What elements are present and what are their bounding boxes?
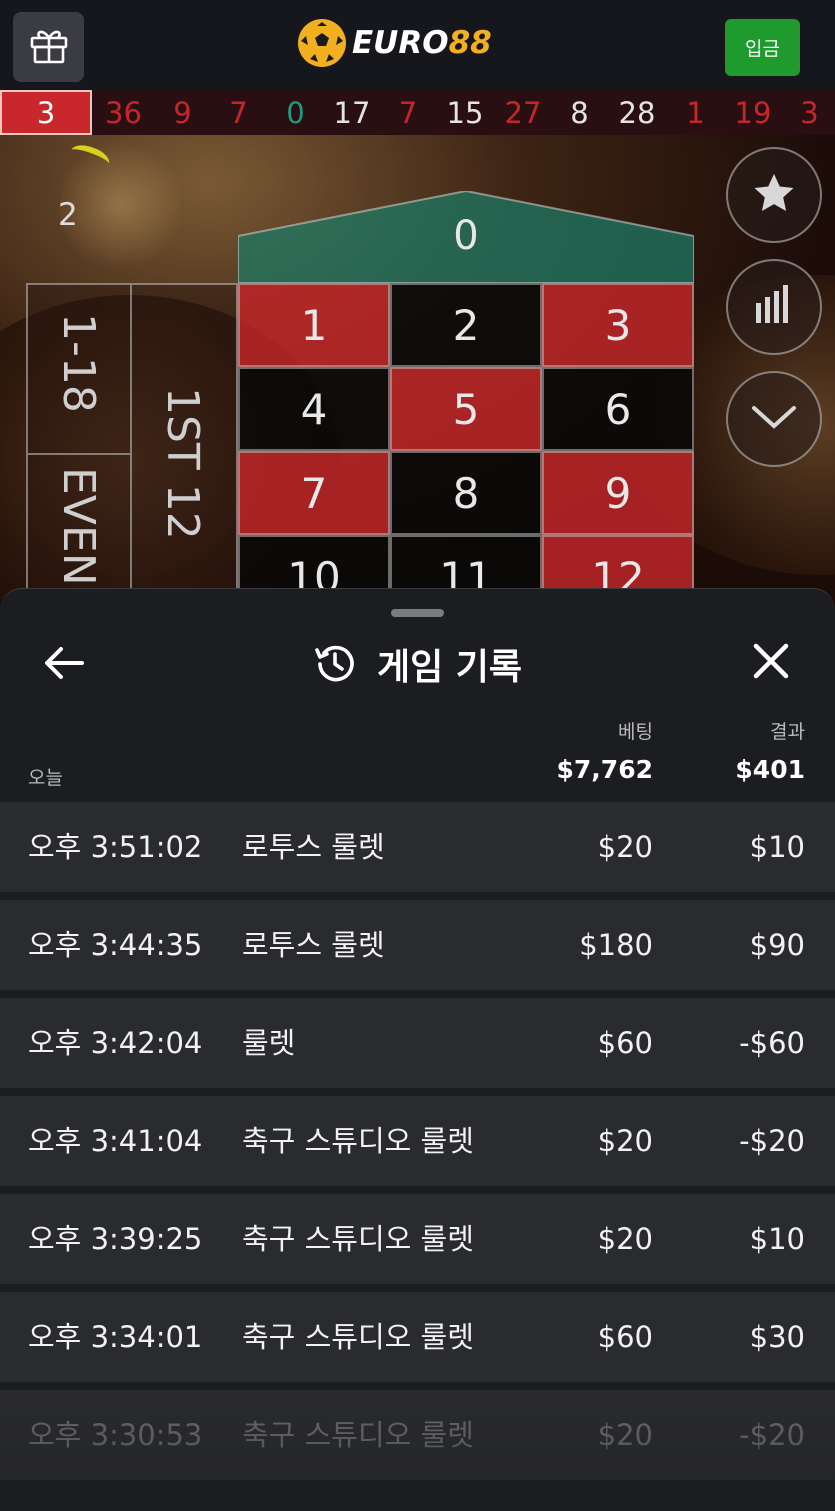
result-number: 0 <box>286 95 305 130</box>
history-icon <box>313 642 357 686</box>
chevron-down-icon <box>750 402 798 436</box>
total-result: $401 <box>735 755 805 784</box>
result-number: 9 <box>173 95 192 130</box>
row-bet: $180 <box>579 928 653 962</box>
sheet-header: 게임 기록 <box>0 639 835 689</box>
row-result: $90 <box>749 928 805 962</box>
row-result: $10 <box>749 830 805 864</box>
gift-button[interactable] <box>13 12 84 82</box>
row-bet: $20 <box>597 1418 653 1452</box>
history-row[interactable]: 오후 3:44:35 로투스 룰렛 $180 $90 <box>0 900 835 990</box>
row-bet: $60 <box>597 1026 653 1060</box>
row-time: 오후 3:30:53 <box>28 1418 203 1452</box>
result-number: 8 <box>570 95 589 130</box>
dozen-label: 1ST 12 <box>157 387 208 540</box>
favorites-button[interactable] <box>726 147 822 243</box>
history-row[interactable]: 오후 3:30:53 축구 스튜디오 룰렛 $20 -$20 <box>0 1390 835 1480</box>
result-number: 7 <box>398 95 418 130</box>
result-number: 7 <box>229 95 248 130</box>
history-row[interactable]: 오후 3:34:01 축구 스튜디오 룰렛 $60 $30 <box>0 1292 835 1382</box>
row-game-name: 축구 스튜디오 룰렛 <box>242 1124 474 1158</box>
bet-number-cell[interactable]: 5 <box>390 367 542 451</box>
row-bet: $60 <box>597 1320 653 1354</box>
star-icon <box>751 170 797 220</box>
bet-even[interactable]: EVEN <box>53 467 104 586</box>
history-row[interactable]: 오후 3:42:04 룰렛 $60 -$60 <box>0 998 835 1088</box>
row-time: 오후 3:41:04 <box>28 1124 203 1158</box>
row-game-name: 축구 스튜디오 룰렛 <box>242 1222 474 1256</box>
deposit-button[interactable]: 입금 <box>725 19 800 76</box>
history-row[interactable]: 오후 3:51:02 로투스 룰렛 $20 $10 <box>0 802 835 892</box>
bet-zero[interactable]: 0 <box>238 191 694 283</box>
euro88-logo[interactable]: EURO88 <box>298 16 492 70</box>
bet-number-cell[interactable]: 3 <box>542 283 694 367</box>
row-bet: $20 <box>597 1124 653 1158</box>
history-row[interactable]: 오후 3:41:04 축구 스튜디오 룰렛 $20 -$20 <box>0 1096 835 1186</box>
side-number: 2 <box>58 197 78 233</box>
history-row[interactable]: 오후 3:39:25 축구 스튜디오 룰렛 $20 $10 <box>0 1194 835 1284</box>
latest-result: 3 <box>0 90 92 135</box>
row-result: -$20 <box>739 1418 805 1452</box>
close-button[interactable] <box>747 639 795 687</box>
date-group-label: 오늘 <box>28 767 63 789</box>
collapse-button[interactable] <box>726 371 822 467</box>
bet-1-18[interactable]: 1-18 <box>53 313 104 413</box>
soccer-ball-icon <box>298 19 346 67</box>
roulette-game-area: 2 1-18 EVEN 1ST 12 0 1 2 3 4 5 6 7 8 9 10 11 12 <box>0 135 835 605</box>
row-game-name: 로투스 룰렛 <box>242 830 385 864</box>
row-result: $10 <box>749 1222 805 1256</box>
row-bet: $20 <box>597 1222 653 1256</box>
bet-number-cell[interactable]: 4 <box>238 367 390 451</box>
bet-number-cell[interactable]: 1 <box>238 283 390 367</box>
top-bar: EURO88 입금 <box>0 0 835 90</box>
result-number: 17 <box>333 95 371 130</box>
row-time: 오후 3:42:04 <box>28 1026 203 1060</box>
bet-number-cell[interactable]: 7 <box>238 451 390 535</box>
logo-text: EURO88 <box>352 25 492 61</box>
result-number: 15 <box>446 95 484 130</box>
bet-number-cell[interactable]: 6 <box>542 367 694 451</box>
row-game-name: 축구 스튜디오 룰렛 <box>242 1320 474 1354</box>
result-number: 19 <box>734 95 772 130</box>
row-time: 오후 3:51:02 <box>28 830 203 864</box>
sheet-title: 게임 기록 <box>376 647 522 688</box>
result-number: 36 <box>105 95 142 130</box>
bet-number-cell[interactable]: 9 <box>542 451 694 535</box>
history-list: 오후 3:51:02 로투스 룰렛 $20 $10 오후 3:44:35 로투스 룰렛 $1… <box>0 802 835 1488</box>
column-header-result: 결과 <box>770 721 805 743</box>
row-game-name: 로투스 룰렛 <box>242 928 385 962</box>
row-time: 오후 3:34:01 <box>28 1320 203 1354</box>
row-game-name: 축구 스튜디오 룰렛 <box>242 1418 474 1452</box>
bet-number-cell[interactable]: 8 <box>390 451 542 535</box>
row-time: 오후 3:39:25 <box>28 1222 203 1256</box>
gift-icon <box>28 24 70 70</box>
row-bet: $20 <box>597 830 653 864</box>
row-result: -$20 <box>739 1124 805 1158</box>
drag-handle[interactable] <box>391 609 444 617</box>
bar-chart-icon <box>752 283 796 331</box>
column-header-bet: 베팅 <box>618 721 653 743</box>
row-time: 오후 3:44:35 <box>28 928 203 962</box>
result-number: 1 <box>686 95 705 130</box>
close-icon <box>752 642 790 684</box>
row-game-name: 룰렛 <box>242 1026 296 1060</box>
total-bet: $7,762 <box>556 755 653 784</box>
result-number: 28 <box>618 95 656 130</box>
recent-results-strip: 3 36 9 7 0 17 7 15 27 8 28 1 19 3 <box>0 90 835 135</box>
game-history-sheet: 게임 기록 베팅 결과 오늘 $7,762 $401 오후 3:51:02 로투스… <box>0 588 835 1511</box>
row-result: $30 <box>749 1320 805 1354</box>
result-number: 27 <box>504 95 542 130</box>
statistics-button[interactable] <box>726 259 822 355</box>
zero-label: 0 <box>453 213 479 259</box>
number-grid: 1 2 3 4 5 6 7 8 9 10 11 12 <box>238 283 694 605</box>
result-number: 3 <box>800 95 819 130</box>
row-result: -$60 <box>739 1026 805 1060</box>
bet-number-cell[interactable]: 2 <box>390 283 542 367</box>
